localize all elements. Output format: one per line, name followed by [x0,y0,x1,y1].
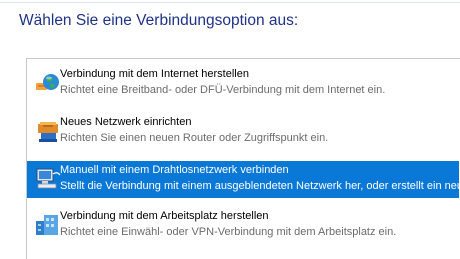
option-description: Richtet eine Einwähl- oder VPN-Verbindun… [60,226,397,238]
globe-network-icon [36,74,59,90]
page-heading: Wählen Sie eine Verbindungsoption aus: [19,12,299,29]
option-title: Verbindung mit dem Internet herstellen [60,68,249,80]
workplace-connection-icon [36,215,58,235]
option-workplace-connection[interactable]: Verbindung mit dem Arbeitsplatz herstell… [27,207,459,244]
wireless-network-icon [36,168,61,189]
option-title: Manuell mit einem Drahtlosnetzwerk verbi… [60,164,289,176]
option-title: Neues Netzwerk einrichten [60,116,192,128]
option-description: Stellt die Verbindung mit einem ausgeble… [60,180,460,192]
option-new-network[interactable]: Neues Netzwerk einrichten Richten Sie ei… [27,113,459,150]
option-internet-connection[interactable]: Verbindung mit dem Internet herstellen R… [27,65,459,102]
top-divider [0,2,460,3]
option-description: Richtet eine Breitband- oder DFÜ-Verbind… [60,84,386,96]
option-title: Verbindung mit dem Arbeitsplatz herstell… [60,210,269,222]
option-description: Richten Sie einen neuen Router oder Zugr… [60,132,329,144]
option-manual-wireless[interactable]: Manuell mit einem Drahtlosnetzwerk verbi… [27,161,460,198]
router-setup-icon [38,122,58,142]
